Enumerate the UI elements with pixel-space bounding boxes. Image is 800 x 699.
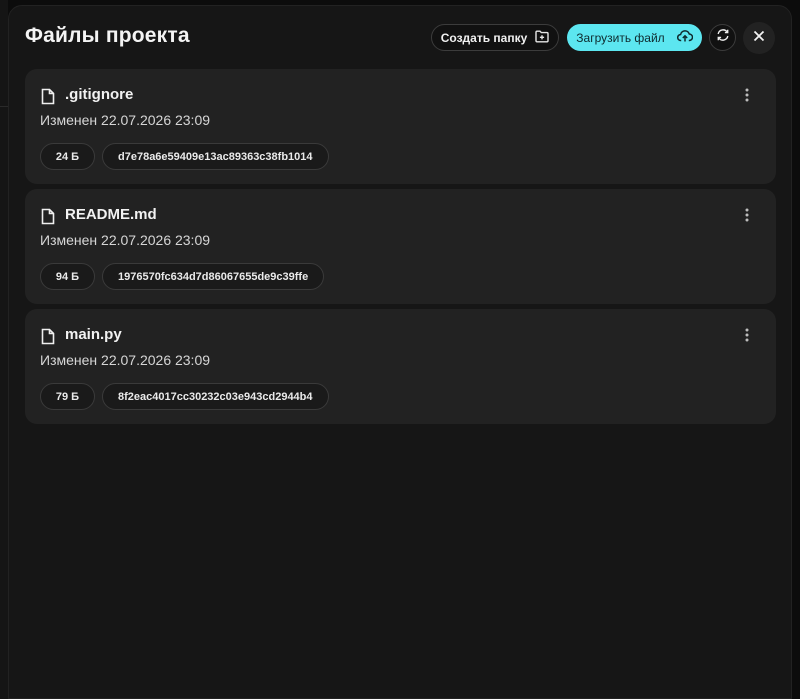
project-files-modal: Файлы проекта Создать папку Загрузить фа…: [8, 5, 792, 699]
file-hash-badge: 8f2eac4017cc30232c03e943cd2944b4: [102, 383, 329, 410]
upload-file-label: Загрузить файл: [576, 30, 665, 45]
modal-title: Файлы проекта: [25, 24, 190, 47]
refresh-icon: [716, 28, 730, 47]
close-icon: [753, 29, 765, 47]
file-icon: [41, 328, 55, 350]
file-modified-date: Изменен 22.07.2026 23:09: [40, 352, 211, 368]
file-size-badge: 24 Б: [40, 143, 95, 170]
refresh-button[interactable]: [709, 24, 736, 51]
close-button[interactable]: [743, 22, 775, 54]
file-name[interactable]: README.md: [65, 206, 157, 223]
file-card[interactable]: main.py Изменен 22.07.2026 23:09 79 Б 8f…: [25, 309, 776, 424]
file-card[interactable]: .gitignore Изменен 22.07.2026 23:09 24 Б…: [25, 69, 776, 184]
create-folder-label: Создать папку: [440, 30, 528, 45]
more-options-button[interactable]: [737, 87, 757, 107]
file-icon: [41, 208, 55, 230]
more-options-button[interactable]: [737, 327, 757, 347]
more-vertical-icon: [745, 208, 749, 227]
file-size-badge: 94 Б: [40, 263, 95, 290]
more-options-button[interactable]: [737, 207, 757, 227]
folder-plus-icon: [535, 30, 549, 46]
cloud-upload-icon: [676, 29, 693, 46]
file-hash-badge: 1976570fc634d7d86067655de9c39ffe: [102, 263, 325, 290]
file-name[interactable]: main.py: [65, 326, 122, 343]
file-card[interactable]: README.md Изменен 22.07.2026 23:09 94 Б …: [25, 189, 776, 304]
file-icon: [41, 88, 55, 110]
more-vertical-icon: [745, 88, 749, 107]
create-folder-button[interactable]: Создать папку: [431, 24, 559, 51]
file-hash-badge: d7e78a6e59409e13ac89363c38fb1014: [102, 143, 329, 170]
backdrop: [0, 0, 8, 699]
modal-header: Файлы проекта Создать папку Загрузить фа…: [9, 6, 791, 68]
file-size-badge: 79 Б: [40, 383, 95, 410]
file-modified-date: Изменен 22.07.2026 23:09: [40, 112, 211, 128]
file-modified-date: Изменен 22.07.2026 23:09: [40, 232, 211, 248]
more-vertical-icon: [745, 328, 749, 347]
backdrop-divider: [0, 106, 8, 107]
upload-file-button[interactable]: Загрузить файл: [567, 24, 702, 51]
file-list: .gitignore Изменен 22.07.2026 23:09 24 Б…: [25, 69, 776, 429]
file-name[interactable]: .gitignore: [65, 86, 133, 103]
